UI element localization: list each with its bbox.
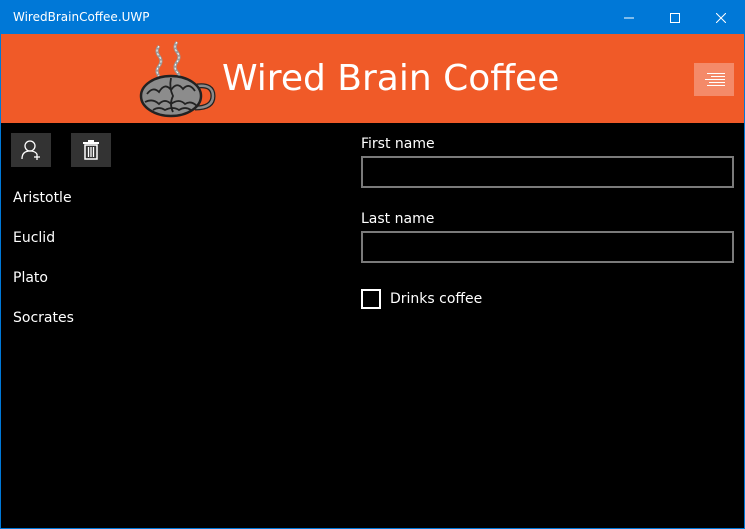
hamburger-menu-button[interactable] bbox=[694, 63, 734, 96]
add-user-icon bbox=[21, 140, 40, 160]
minimize-icon bbox=[624, 17, 634, 18]
first-name-label: First name bbox=[361, 136, 435, 152]
list-item[interactable]: Socrates bbox=[13, 300, 343, 336]
window-title: WiredBrainCoffee.UWP bbox=[13, 10, 150, 24]
app-header: Wired Brain Coffee bbox=[1, 34, 744, 123]
title-bar[interactable]: WiredBrainCoffee.UWP bbox=[1, 1, 744, 34]
delete-customer-button[interactable] bbox=[71, 133, 111, 167]
app-window: WiredBrainCoffee.UWP Wired Brain Coffee bbox=[0, 0, 745, 529]
close-icon bbox=[716, 12, 726, 23]
drinks-coffee-checkbox[interactable] bbox=[361, 289, 381, 309]
add-customer-button[interactable] bbox=[11, 133, 51, 167]
trash-icon bbox=[83, 140, 99, 160]
last-name-input[interactable] bbox=[361, 231, 734, 263]
maximize-button[interactable] bbox=[652, 1, 698, 34]
list-item[interactable]: Aristotle bbox=[13, 180, 343, 216]
minimize-button[interactable] bbox=[606, 1, 652, 34]
coffee-brain-logo-icon bbox=[139, 41, 216, 118]
list-item[interactable]: Plato bbox=[13, 260, 343, 296]
hamburger-menu-icon bbox=[705, 72, 725, 86]
last-name-label: Last name bbox=[361, 211, 435, 227]
app-title: Wired Brain Coffee bbox=[222, 58, 560, 99]
maximize-icon bbox=[670, 12, 680, 23]
close-button[interactable] bbox=[698, 1, 744, 34]
list-item[interactable]: Euclid bbox=[13, 220, 343, 256]
first-name-input[interactable] bbox=[361, 156, 734, 188]
drinks-coffee-label[interactable]: Drinks coffee bbox=[390, 291, 482, 307]
